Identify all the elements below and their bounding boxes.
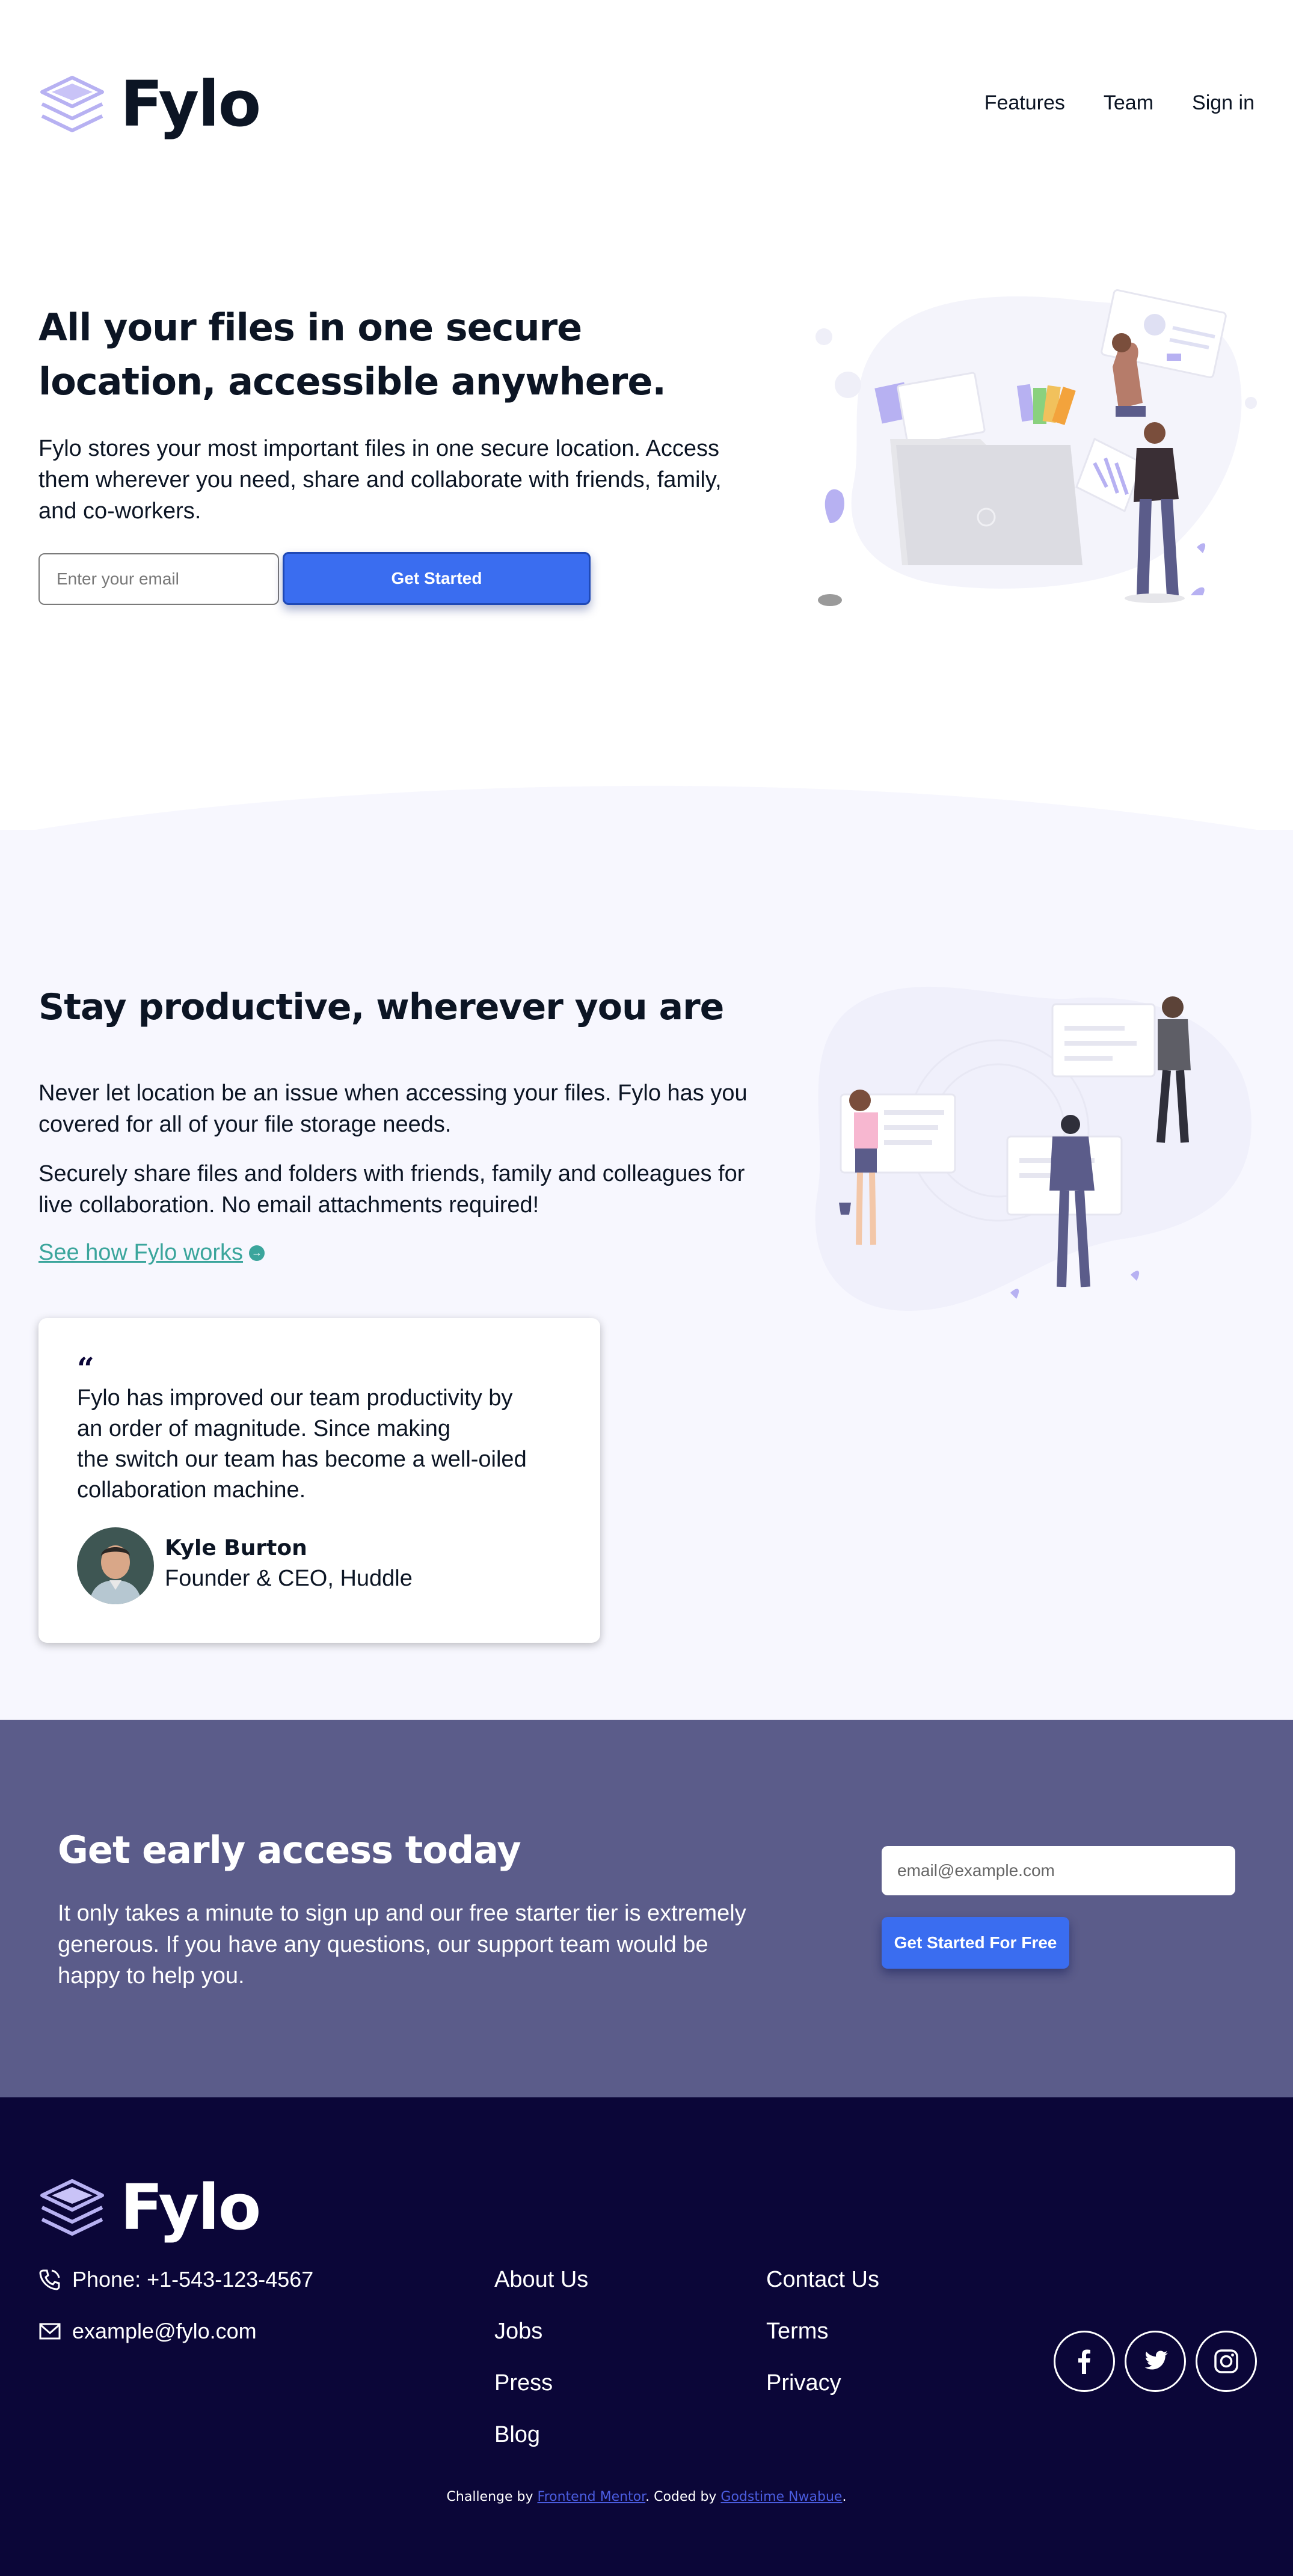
social-links [1054,2331,1257,2392]
phone-icon [39,2269,60,2290]
footer-email-text[interactable]: example@fylo.com [72,2319,257,2344]
footer-email: example@fylo.com [38,2319,257,2344]
footer-link-privacy[interactable]: Privacy [766,2370,879,2422]
footer-link-contact[interactable]: Contact Us [766,2267,879,2319]
attribution-prefix: Challenge by [446,2489,538,2504]
attribution-middle: . Coded by [645,2489,721,2504]
testimonial-name: Kyle Burton [165,1536,307,1560]
footer-links-col-2: Contact Us Terms Privacy [766,2267,879,2422]
footer-link-jobs[interactable]: Jobs [494,2319,588,2370]
get-started-free-button[interactable]: Get Started For Free [882,1917,1069,1969]
frontend-mentor-link[interactable]: Frontend Mentor [538,2489,646,2504]
testimonial-line-3: the switch our team has become a well-oi… [77,1447,527,1472]
author-link[interactable]: Godstime Nwabue [720,2489,842,2504]
hero-title-line2: location, accessible anywhere. [38,360,666,403]
get-started-button[interactable]: Get Started [283,552,591,605]
see-how-link-text: See how Fylo works [38,1240,244,1265]
testimonial-line-4: collaboration machine. [77,1477,306,1503]
attribution: Challenge by Frontend Mentor. Coded by G… [0,2489,1293,2504]
facebook-icon [1078,2349,1090,2374]
avatar [77,1527,154,1604]
section-curve [0,785,1293,836]
hero-title-line1: All your files in one secure [38,305,582,349]
instagram-button[interactable] [1196,2331,1257,2392]
footer-phone: Phone: +1-543-123-4567 [38,2267,313,2292]
avatar-portrait-icon [77,1527,154,1604]
cta-email-input[interactable]: email@example.com [882,1846,1235,1895]
productive-title: Stay productive, wherever you are [38,986,724,1028]
hero-illustration [815,289,1257,606]
hero-title: All your files in one secure location, a… [38,301,700,409]
early-access-section: Get early access today It only takes a m… [0,1720,1293,2097]
attribution-suffix: . [842,2489,847,2504]
instagram-icon [1214,2349,1238,2373]
footer-phone-text: Phone: +1-543-123-4567 [72,2267,314,2292]
footer-link-blog[interactable]: Blog [494,2422,588,2474]
hero-email-input[interactable]: Enter your email [38,553,279,605]
see-how-link[interactable]: See how Fylo works → [38,1240,265,1266]
logo-text: Fylo [120,67,261,141]
testimonial-card: “ Fylo has improved our team productivit… [38,1318,600,1643]
testimonial-line-2: an order of magnitude. Since making [77,1416,451,1441]
footer-link-press[interactable]: Press [494,2370,588,2422]
productive-paragraph-2: Securely share files and folders with fr… [38,1161,745,1218]
hero-description: Fylo stores your most important files in… [38,436,722,524]
layers-logo-icon [40,76,104,132]
productive-illustration [815,987,1252,1311]
footer-links-col-1: About Us Jobs Press Blog [494,2267,588,2474]
nav-sign-in[interactable]: Sign in [1192,91,1255,115]
testimonial-role: Founder & CEO, Huddle [165,1566,413,1591]
mail-icon [39,2323,61,2340]
cta-title: Get early access today [58,1828,521,1872]
footer-logo[interactable]: Fylo [38,2171,261,2244]
layers-logo-icon [40,2179,104,2236]
twitter-icon [1144,2351,1168,2370]
footer-link-terms[interactable]: Terms [766,2319,879,2370]
logo[interactable]: Fylo [38,67,261,141]
testimonial-quote: Fylo has improved our team productivity … [77,1383,570,1506]
site-header: Fylo Features Team Sign in [0,0,1293,216]
nav-team[interactable]: Team [1104,91,1153,115]
cta-description: It only takes a minute to sign up and ou… [58,1901,746,1989]
footer-logo-text: Fylo [120,2171,261,2244]
facebook-button[interactable] [1054,2331,1115,2392]
testimonial-line-1: Fylo has improved our team productivity … [77,1385,513,1411]
main-nav: Features Team Sign in [984,91,1255,115]
site-footer: Fylo Phone: +1-543-123-4567 example@fylo… [0,2097,1293,2576]
twitter-button[interactable] [1125,2331,1186,2392]
arrow-circle-icon: → [249,1245,265,1261]
footer-link-about[interactable]: About Us [494,2267,588,2319]
quote-icon: “ [77,1351,94,1386]
productive-paragraph-1: Never let location be an issue when acce… [38,1081,748,1137]
nav-features[interactable]: Features [984,91,1065,115]
